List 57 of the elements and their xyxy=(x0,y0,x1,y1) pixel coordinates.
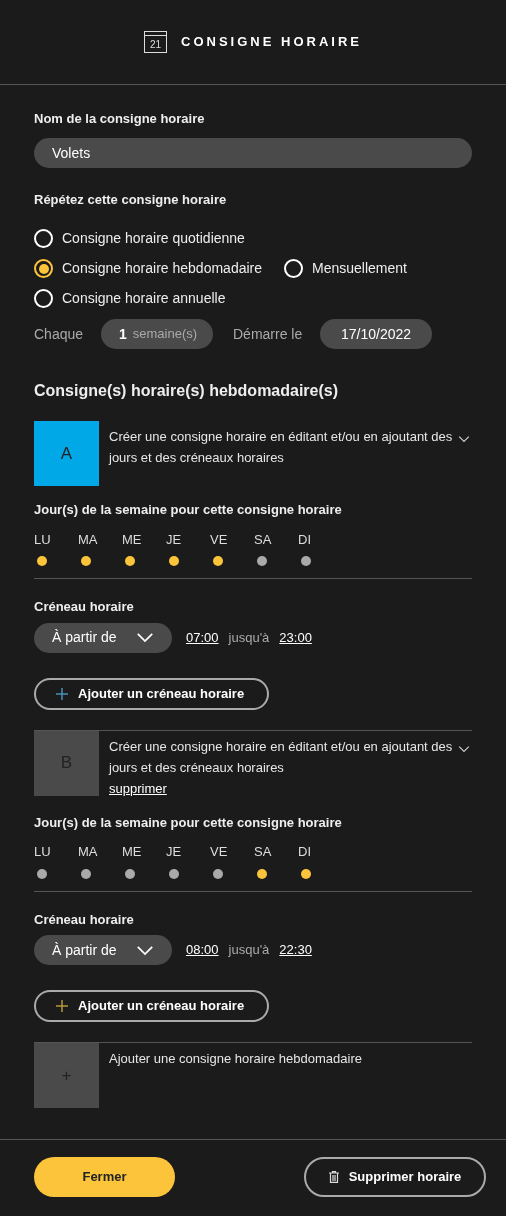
chevron-icon xyxy=(136,944,154,956)
days-label: Jour(s) de la semaine pour cette consigne horaire xyxy=(34,813,343,832)
day-toggle[interactable]: ME xyxy=(122,842,166,879)
day-toggle[interactable]: ME xyxy=(122,529,166,566)
start-date-field[interactable]: 17/10/2022 xyxy=(320,319,432,349)
day-toggle[interactable]: VE xyxy=(210,529,254,566)
end-time[interactable]: 22:30 xyxy=(279,940,312,960)
days-label: Jour(s) de la semaine pour cette consigne horaire xyxy=(34,501,343,519)
day-toggle[interactable]: SA xyxy=(254,842,298,879)
repeat-label: Répétez cette consigne horaire xyxy=(34,190,228,209)
day-toggle[interactable]: MA xyxy=(78,529,122,566)
trash-icon xyxy=(328,1171,339,1183)
radio-button[interactable] xyxy=(34,259,53,278)
chevron-icon xyxy=(458,744,470,753)
schedule-description: Créer une consigne horaire en éditant et/ou en ajoutant des jours et des créneaux horaires xyxy=(109,737,454,777)
schedule-tile[interactable]: A xyxy=(34,421,99,486)
add-schedule-label: Ajouter une consigne horaire hebdomadaire xyxy=(108,1050,362,1068)
interval-label: Chaque xyxy=(34,324,85,344)
start-time[interactable]: 07:00 xyxy=(186,627,219,648)
end-time[interactable]: 23:00 xyxy=(279,627,312,648)
plus-icon xyxy=(56,1000,68,1012)
chevron-icon xyxy=(458,435,470,443)
day-toggle[interactable]: VE xyxy=(210,842,254,879)
slot-mode-select[interactable]: À partir de xyxy=(34,622,172,653)
plus-icon xyxy=(56,687,68,700)
radio-option[interactable]: Consigne horaire hebdomadaire xyxy=(34,258,263,279)
slot-mode-select[interactable]: À partir de xyxy=(34,935,172,965)
radio-option[interactable]: Consigne horaire annuelle xyxy=(34,288,226,309)
close-button[interactable]: Fermer xyxy=(34,1157,175,1197)
calendar-icon: 21 xyxy=(144,31,168,53)
day-toggle[interactable]: DI xyxy=(298,529,342,566)
day-toggle[interactable]: JE xyxy=(166,529,210,566)
slot-label: Créneau horaire xyxy=(34,910,135,929)
section-heading: Consigne(s) horaire(s) hebdomadaire(s) xyxy=(34,381,340,401)
day-toggle[interactable]: JE xyxy=(166,842,210,879)
start-label: Démarre le xyxy=(233,324,304,344)
field-label: Nom de la consigne horaire xyxy=(34,110,206,128)
chevron-icon xyxy=(136,632,154,643)
start-time[interactable]: 08:00 xyxy=(186,940,219,960)
delete-link[interactable]: supprimer xyxy=(109,777,167,799)
add-slot-button[interactable]: Ajouter un créneau horaire xyxy=(34,677,269,710)
radio-option[interactable]: Consigne horaire quotidienne xyxy=(34,228,245,249)
name-field[interactable]: Volets xyxy=(34,137,472,168)
add-slot-button[interactable]: Ajouter un créneau horaire xyxy=(34,990,269,1022)
until-text: jusqu'à xyxy=(228,941,270,960)
schedule-description: Créer une consigne horaire en éditant et/ou en ajoutant des jours et des créneaux horaires xyxy=(109,428,454,467)
window-title: CONSIGNE HORAIRE xyxy=(181,33,362,52)
delete-schedule-button[interactable]: Supprimer horaire xyxy=(304,1157,486,1197)
day-toggle[interactable]: DI xyxy=(298,842,342,879)
slot-label: Créneau horaire xyxy=(34,598,135,616)
until-text: jusqu'à xyxy=(228,628,270,647)
interval-field[interactable]: 1 semaine(s) xyxy=(101,319,213,349)
radio-option[interactable]: Mensuellement xyxy=(284,258,407,279)
day-toggle[interactable]: LU xyxy=(34,529,78,566)
day-toggle[interactable]: SA xyxy=(254,529,298,566)
day-toggle[interactable]: MA xyxy=(78,842,122,879)
day-toggle[interactable]: LU xyxy=(34,842,78,879)
